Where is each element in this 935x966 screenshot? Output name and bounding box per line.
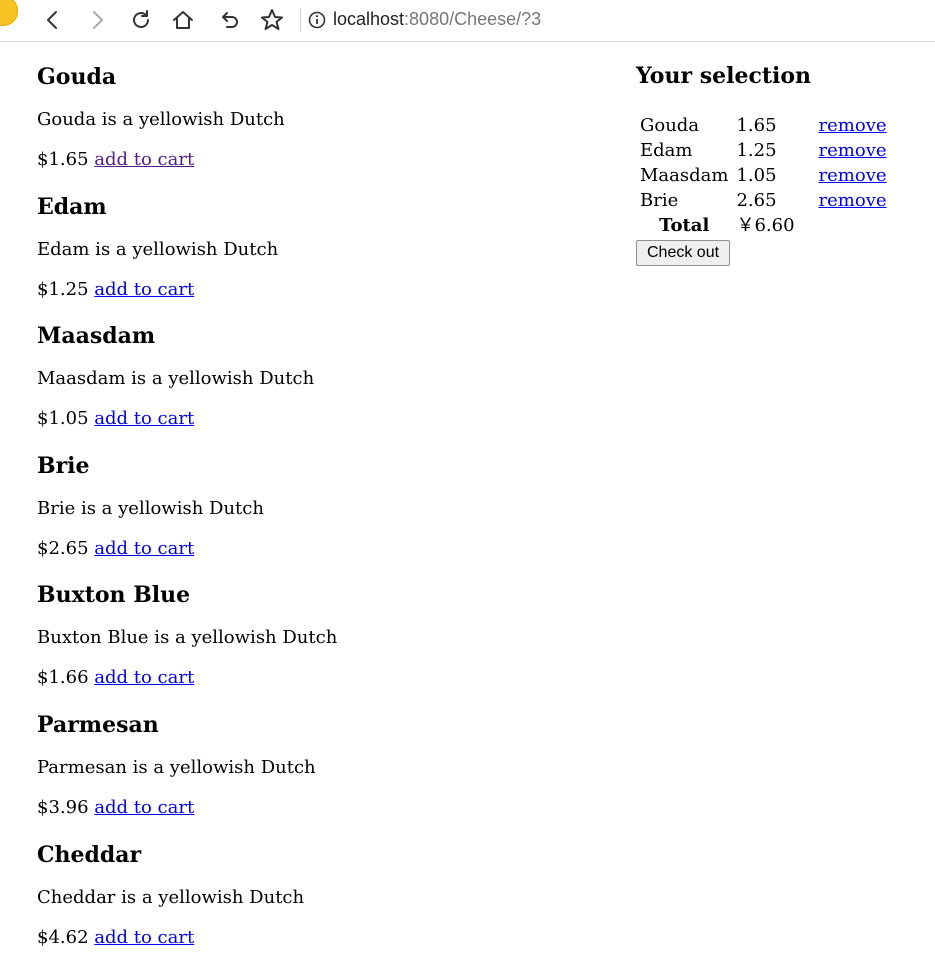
product-price: $1.25 [37,279,89,300]
cart-total-row: Total ￥6.60 [636,213,891,238]
site-info-icon[interactable] [308,11,326,29]
product-maasdam: Maasdam Maasdam is a yellowish Dutch $1.… [37,323,314,429]
cart-title: Your selection [636,63,812,89]
product-description: Maasdam is a yellowish Dutch [37,368,315,389]
forward-icon[interactable] [82,5,112,35]
undo-icon[interactable] [214,5,244,35]
add-to-cart-link[interactable]: add to cart [94,797,194,818]
product-price: $1.65 [37,149,89,170]
product-name: Brie [37,453,90,479]
product-name: Edam [37,194,107,220]
address-bar[interactable]: localhost:8080/Cheese/?3 [333,9,541,30]
product-name: Maasdam [37,323,156,349]
cart-item-price: 1.25 [736,140,777,161]
product-name: Parmesan [37,712,159,738]
product-brie: Brie Brie is a yellowish Dutch $2.65 add… [37,453,264,559]
product-description: Edam is a yellowish Dutch [37,239,279,260]
cart-row: Maasdam 1.05 remove [636,163,891,188]
cart-row: Gouda 1.65 remove [636,113,891,138]
cart-row: Brie 2.65 remove [636,188,891,213]
product-price: $3.96 [37,797,89,818]
add-to-cart-link[interactable]: add to cart [94,279,194,300]
cart-item-price: 2.65 [736,190,777,211]
cart-total-label: Total [659,215,710,236]
remove-link[interactable]: remove [819,165,887,186]
product-description: Gouda is a yellowish Dutch [37,109,285,130]
remove-link[interactable]: remove [819,140,887,161]
add-to-cart-link[interactable]: add to cart [94,927,194,948]
product-name: Buxton Blue [37,582,191,608]
product-name: Cheddar [37,842,142,868]
product-buxton-blue: Buxton Blue Buxton Blue is a yellowish D… [37,582,337,688]
remove-link[interactable]: remove [819,115,887,136]
product-description: Parmesan is a yellowish Dutch [37,757,316,778]
url-host: localhost [333,9,405,29]
add-to-cart-link[interactable]: add to cart [94,538,194,559]
bookmark-star-icon[interactable] [257,5,287,35]
product-cheddar: Cheddar Cheddar is a yellowish Dutch $4.… [37,842,304,948]
browser-toolbar: localhost:8080/Cheese/?3 [0,0,935,42]
cart-item-name: Maasdam [640,165,729,186]
product-edam: Edam Edam is a yellowish Dutch $1.25 add… [37,194,278,300]
cart-item-name: Brie [640,190,679,211]
cart-table: Gouda 1.65 remove Edam 1.25 remove Maasd… [636,113,891,238]
checkout-button[interactable]: Check out [636,240,731,266]
back-icon[interactable] [38,5,68,35]
product-gouda: Gouda Gouda is a yellowish Dutch $1.65 a… [37,64,285,170]
product-description: Buxton Blue is a yellowish Dutch [37,627,338,648]
product-description: Cheddar is a yellowish Dutch [37,887,305,908]
cart-item-name: Edam [640,140,693,161]
url-path: :8080/Cheese/?3 [404,9,542,29]
cart-item-price: 1.05 [736,165,777,186]
cart-item-name: Gouda [640,115,700,136]
cart-row: Edam 1.25 remove [636,138,891,163]
add-to-cart-link[interactable]: add to cart [94,667,194,688]
home-icon[interactable] [168,5,198,35]
remove-link[interactable]: remove [819,190,887,211]
product-parmesan: Parmesan Parmesan is a yellowish Dutch $… [37,712,316,818]
product-price: $1.05 [37,408,89,429]
profile-avatar[interactable] [0,0,18,26]
add-to-cart-link[interactable]: add to cart [94,408,194,429]
add-to-cart-link[interactable]: add to cart [94,149,194,170]
product-price: $4.62 [37,927,89,948]
product-name: Gouda [37,64,117,90]
product-price: $2.65 [37,538,89,559]
cart-item-price: 1.65 [736,115,777,136]
product-description: Brie is a yellowish Dutch [37,498,264,519]
toolbar-divider [300,8,301,32]
product-price: $1.66 [37,667,89,688]
cart-panel: Your selection Gouda 1.65 remove Edam 1.… [636,63,916,266]
reload-icon[interactable] [126,5,156,35]
cart-total-value: ￥6.60 [736,215,795,236]
